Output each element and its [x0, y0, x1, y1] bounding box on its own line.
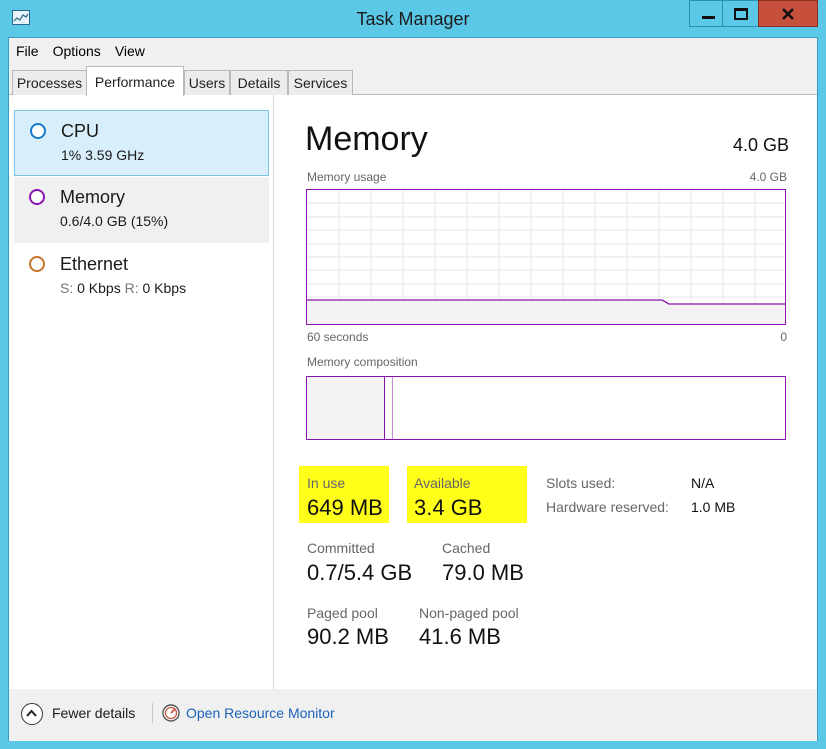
cached-value: 79.0 MB: [442, 560, 524, 585]
tab-performance[interactable]: Performance: [86, 66, 184, 96]
hardware-reserved-label: Hardware reserved:: [546, 499, 669, 515]
tab-bar: Processes Performance Users Details Serv…: [9, 64, 817, 96]
composition-graph-label: Memory composition: [307, 355, 418, 369]
ethernet-indicator-icon: [29, 256, 45, 272]
usage-graph-time-left: 60 seconds: [307, 330, 369, 344]
fewer-details-button[interactable]: Fewer details: [52, 705, 135, 721]
close-button[interactable]: [758, 0, 818, 27]
available-value: 3.4 GB: [414, 495, 483, 520]
slots-used-value: N/A: [691, 475, 715, 491]
sidebar-item-detail: 1% 3.59 GHz: [61, 147, 144, 163]
menu-file[interactable]: File: [16, 43, 39, 59]
sidebar-item-label: Memory: [60, 187, 126, 207]
receive-value: 0 Kbps: [142, 280, 187, 296]
send-value: 0 Kbps: [77, 280, 121, 296]
minimize-icon: [701, 16, 715, 19]
non-paged-pool-value: 41.6 MB: [419, 624, 501, 649]
maximize-icon: [733, 7, 748, 20]
sidebar-item-label: Ethernet: [60, 254, 129, 274]
task-manager-window: Task Manager File Options View Processes…: [0, 0, 826, 749]
menu-bar: File Options View: [9, 38, 817, 64]
usage-graph-canvas: [307, 190, 785, 324]
in-use-value: 649 MB: [307, 495, 383, 520]
tab-services[interactable]: Services: [288, 70, 353, 95]
memory-composition-graph[interactable]: [306, 376, 786, 440]
sidebar-item-ethernet[interactable]: Ethernet S: 0 Kbps R: 0 Kbps: [14, 244, 269, 310]
performance-panel: CPU 1% 3.59 GHz Memory 0.6/4.0 GB (15%) …: [9, 95, 817, 689]
tab-processes[interactable]: Processes: [12, 70, 87, 95]
usage-graph-label: Memory usage: [307, 170, 387, 184]
resource-sidebar: CPU 1% 3.59 GHz Memory 0.6/4.0 GB (15%) …: [9, 95, 274, 689]
hardware-reserved-value: 1.0 MB: [691, 499, 736, 515]
menu-options[interactable]: Options: [53, 43, 101, 59]
open-resource-monitor-link[interactable]: Open Resource Monitor: [186, 705, 335, 721]
available-label: Available: [414, 475, 471, 491]
resource-monitor-icon[interactable]: [161, 703, 181, 723]
memory-indicator-icon: [29, 189, 45, 205]
menu-view[interactable]: View: [115, 43, 145, 59]
memory-detail-panel: Memory 4.0 GB Memory usage 4.0 GB 60 sec…: [299, 95, 789, 689]
memory-usage-graph[interactable]: [306, 189, 786, 325]
usage-graph-time-right: 0: [780, 330, 787, 344]
page-title: Memory: [305, 120, 428, 158]
maximize-button[interactable]: [722, 0, 759, 27]
cached-label: Cached: [442, 540, 491, 556]
in-use-label: In use: [307, 475, 346, 491]
committed-label: Committed: [307, 540, 375, 556]
composition-in-use-segment[interactable]: [307, 377, 385, 439]
cpu-utilization: 1%: [61, 147, 82, 163]
non-paged-pool-label: Non-paged pool: [419, 605, 519, 621]
title-bar[interactable]: Task Manager: [0, 0, 826, 37]
footer-bar: Fewer details Open Resource Monitor: [9, 689, 817, 741]
receive-label: R:: [124, 280, 139, 296]
paged-pool-value: 90.2 MB: [307, 624, 389, 649]
send-label: S:: [60, 280, 74, 296]
tab-users[interactable]: Users: [184, 70, 230, 95]
cpu-indicator-icon: [30, 123, 46, 139]
client-area: File Options View Processes Performance …: [8, 37, 818, 741]
chevron-up-icon[interactable]: [21, 703, 43, 725]
sidebar-item-detail: 0.6/4.0 GB (15%): [60, 213, 169, 229]
close-icon: [782, 7, 794, 20]
composition-modified-segment[interactable]: [385, 377, 393, 439]
sidebar-item-memory[interactable]: Memory 0.6/4.0 GB (15%): [14, 177, 269, 243]
tab-details[interactable]: Details: [230, 70, 288, 95]
cpu-speed: 3.59 GHz: [85, 147, 145, 163]
sidebar-item-cpu[interactable]: CPU 1% 3.59 GHz: [14, 110, 269, 176]
committed-value: 0.7/5.4 GB: [307, 560, 413, 585]
footer-separator: [152, 703, 153, 723]
paged-pool-label: Paged pool: [307, 605, 378, 621]
sidebar-item-detail: S: 0 Kbps R: 0 Kbps: [60, 280, 186, 296]
memory-total: 4.0 GB: [732, 135, 789, 155]
sidebar-item-label: CPU: [61, 121, 100, 141]
usage-graph-max: 4.0 GB: [749, 170, 787, 184]
slots-used-label: Slots used:: [546, 475, 616, 491]
